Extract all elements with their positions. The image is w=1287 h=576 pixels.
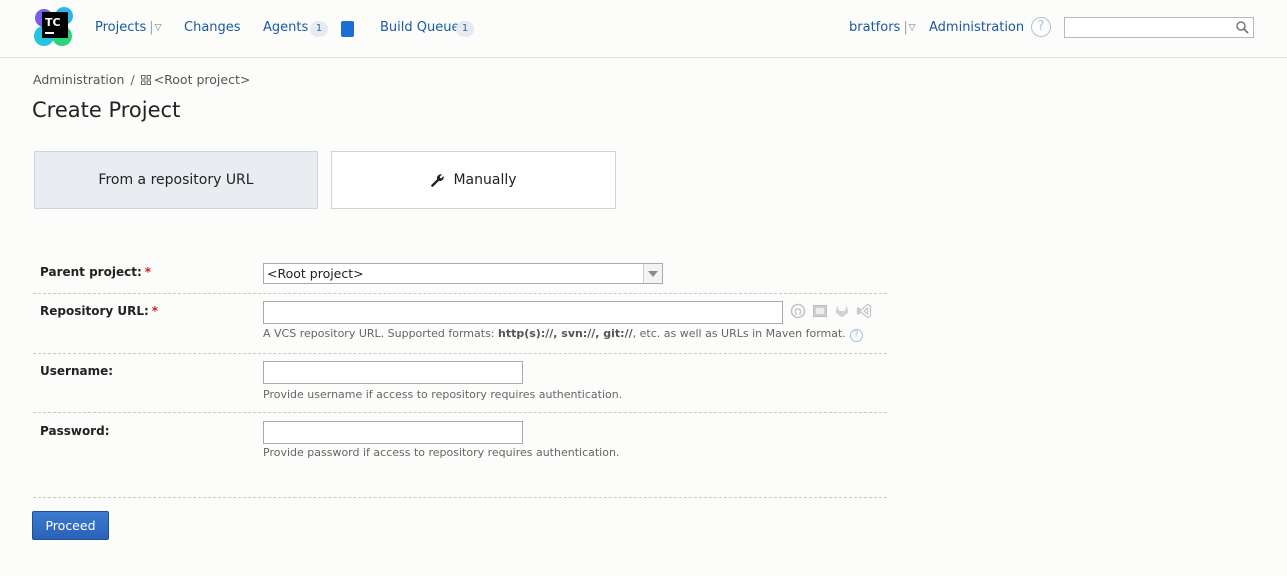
password-hint: Provide password if access to repository…	[263, 446, 620, 459]
repository-url-input[interactable]	[263, 301, 783, 324]
username-hint: Provide username if access to repository…	[263, 388, 623, 401]
project-grid-icon	[140, 75, 151, 85]
password-input[interactable]	[263, 421, 523, 444]
repository-url-hint: A VCS repository URL. Supported formats:…	[263, 327, 863, 342]
chevron-down-icon[interactable]: ▽	[155, 23, 162, 33]
breadcrumb-separator: /	[130, 72, 135, 87]
wrench-icon	[431, 173, 445, 187]
logo-text: TC	[45, 16, 61, 29]
nav-agents[interactable]: Agents	[263, 20, 308, 35]
dropdown-arrow-icon[interactable]	[643, 264, 662, 283]
breadcrumb-administration[interactable]: Administration	[33, 72, 124, 87]
password-label: Password:	[40, 424, 110, 438]
build-queue-count-badge: 1	[456, 21, 474, 37]
github-icon[interactable]	[790, 303, 806, 319]
visual-studio-icon[interactable]	[856, 303, 872, 319]
user-name: bratfors	[849, 20, 901, 35]
search-icon[interactable]	[1236, 21, 1249, 34]
password-row: Password: Provide password if access to …	[33, 412, 887, 498]
agent-status-icon[interactable]	[341, 21, 354, 37]
parent-project-select[interactable]: <Root project>	[263, 263, 663, 284]
required-marker: *	[151, 304, 159, 318]
gitlab-icon[interactable]	[834, 303, 850, 319]
search-field[interactable]	[1064, 17, 1254, 39]
nav-projects[interactable]: Projects |▽	[95, 20, 162, 35]
repository-url-label: Repository URL: *	[40, 304, 159, 318]
help-icon[interactable]: ?	[1031, 17, 1051, 37]
page-title: Create Project	[32, 98, 181, 122]
agents-count-badge: 1	[310, 21, 328, 37]
parent-project-row: Parent project: * <Root project>	[33, 253, 887, 294]
repository-url-row: Repository URL: * A VCS repository URL. S…	[33, 293, 887, 354]
tab-manually[interactable]: Manually	[331, 151, 616, 209]
bitbucket-icon[interactable]	[812, 303, 828, 319]
vcs-provider-icons	[790, 303, 872, 319]
help-icon[interactable]: ?	[849, 329, 863, 342]
breadcrumb: Administration / <Root project>	[33, 72, 250, 87]
username-row: Username: Provide username if access to …	[33, 353, 887, 413]
nav-projects-label: Projects	[95, 20, 147, 35]
teamcity-logo[interactable]: TC	[34, 6, 76, 48]
parent-project-label: Parent project: *	[40, 265, 152, 279]
search-input[interactable]	[1065, 19, 1238, 39]
proceed-button[interactable]: Proceed	[32, 511, 109, 540]
parent-project-selected: <Root project>	[267, 266, 364, 281]
tab-from-repository-url[interactable]: From a repository URL	[34, 151, 318, 209]
user-menu[interactable]: bratfors |▽	[849, 20, 916, 35]
nav-administration[interactable]: Administration	[929, 20, 1024, 35]
tab-manually-label: Manually	[453, 172, 517, 188]
breadcrumb-root-project[interactable]: <Root project>	[154, 72, 251, 87]
top-header: TC Projects |▽ Changes Agents 1 Build Que…	[0, 0, 1287, 58]
supported-formats: http(s)://, svn://, git://	[498, 327, 633, 340]
username-label: Username:	[40, 364, 114, 378]
nav-build-queue[interactable]: Build Queue	[380, 20, 459, 35]
chevron-down-icon[interactable]: ▽	[909, 23, 916, 33]
tab-from-repository-url-label: From a repository URL	[98, 172, 254, 188]
required-marker: *	[144, 265, 152, 279]
nav-changes[interactable]: Changes	[184, 20, 241, 35]
username-input[interactable]	[263, 361, 523, 384]
